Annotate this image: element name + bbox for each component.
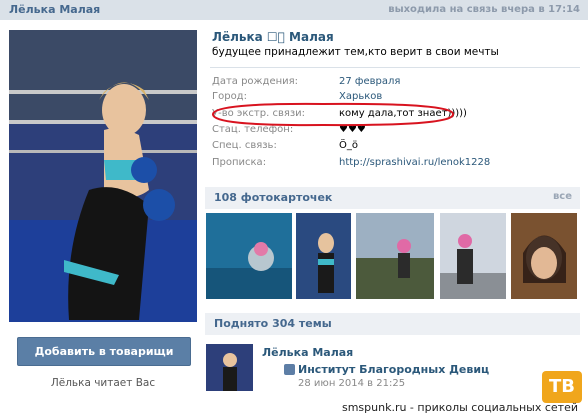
info-label: Прописка: xyxy=(212,157,267,168)
info-row-birthday: Дата рождения: 27 февраля xyxy=(212,76,582,90)
photo-thumbnail[interactable] xyxy=(511,213,577,299)
watermark-caption: smspunk.ru - приколы социальных сетей xyxy=(341,401,578,414)
watermark-logo: ТВ xyxy=(542,371,582,403)
reads-you-text: Лёлька читает Вас xyxy=(50,377,156,389)
post-date: 28 июн 2014 в 21:25 xyxy=(298,378,406,389)
online-status: выходила на связь вчера в 17:14 xyxy=(388,4,580,15)
post-topic-link[interactable]: Институт Благородных Девиц xyxy=(298,363,489,376)
red-highlight-ellipse xyxy=(212,102,454,127)
photo-thumbnail[interactable] xyxy=(356,213,434,299)
info-value: Ö_ö xyxy=(339,140,358,151)
post-author-thumbnail[interactable] xyxy=(206,344,253,391)
profile-status-line[interactable]: будущее принадлежит тем,кто верит в свои… xyxy=(212,46,499,58)
profile-name: Лёлька ☐͙ Малая xyxy=(212,30,334,44)
topics-section-header: Поднято 304 темы xyxy=(205,313,580,335)
info-label: Дата рождения: xyxy=(212,76,299,87)
forum-topic-icon xyxy=(284,364,295,375)
info-value[interactable]: 27 февраля xyxy=(339,76,400,87)
topics-title[interactable]: Поднято 304 темы xyxy=(214,317,332,330)
info-row-special-contact: Спец. связь: Ö_ö xyxy=(212,140,582,154)
info-row-registration: Прописка: http://sprashivai.ru/lenok1228 xyxy=(212,157,582,171)
header-profile-name[interactable]: Лёлька Малая xyxy=(9,3,100,16)
add-friend-button[interactable]: Добавить в товарищи xyxy=(17,337,191,366)
photo-thumbnail[interactable] xyxy=(296,213,351,299)
photo-thumbnail[interactable] xyxy=(440,213,506,299)
top-bar: Лёлька Малая выходила на связь вчера в 1… xyxy=(0,0,588,20)
post-author-name[interactable]: Лёлька Малая xyxy=(262,346,353,359)
info-label: Спец. связь: xyxy=(212,140,277,151)
photos-all-link[interactable]: все xyxy=(553,191,572,202)
divider xyxy=(210,67,580,68)
photo-thumbnail[interactable] xyxy=(206,213,292,299)
photos-section-header: 108 фотокарточек все xyxy=(205,187,580,209)
profile-avatar-photo[interactable] xyxy=(9,30,197,322)
info-value[interactable]: http://sprashivai.ru/lenok1228 xyxy=(339,157,490,168)
photos-title[interactable]: 108 фотокарточек xyxy=(214,191,332,204)
